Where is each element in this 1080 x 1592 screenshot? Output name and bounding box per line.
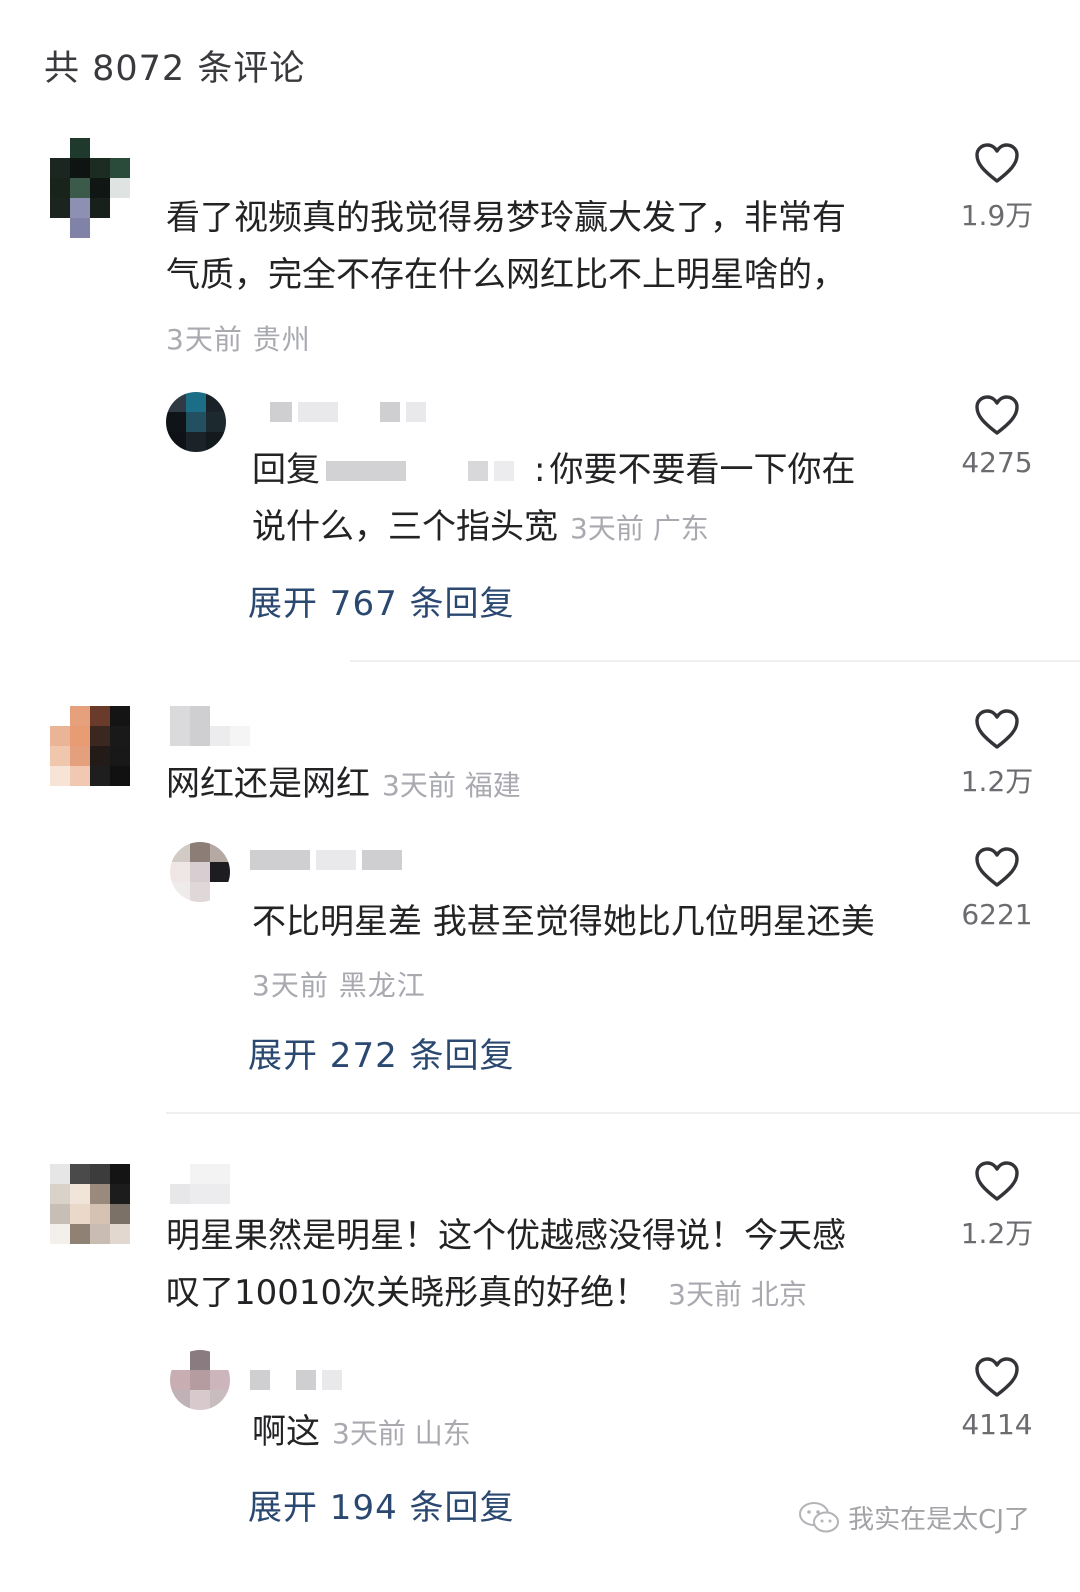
reply-text: 回复 : 你要不要看一下你在 说什么，三个指头宽 3天前 广东 (252, 442, 932, 557)
like-count: 4114 (961, 1408, 1033, 1441)
username-blurred[interactable] (250, 1368, 342, 1392)
heart-outline-icon (975, 1357, 1019, 1397)
heart-outline-icon (975, 395, 1019, 435)
reply-text: 不比明星差 我甚至觉得她比几位明星还美 (252, 902, 875, 942)
expand-replies-button[interactable]: 展开 194 条回复 (248, 1480, 515, 1529)
watermark: 我实在是太CJ了 (798, 1499, 1030, 1536)
comment-text: 明星果然是明星！这个优越感没得说！今天感 叹了10010次关晓彤真的好绝！ 3天前… (166, 1216, 846, 1313)
like-button[interactable]: 1.9万 (942, 142, 1052, 234)
avatar[interactable] (170, 842, 230, 902)
like-button[interactable]: 4275 (942, 394, 1052, 479)
heart-outline-icon (975, 143, 1019, 183)
reply-target-blurred[interactable] (326, 460, 514, 481)
reply-meta: 3天前 黑龙江 (252, 969, 426, 1002)
expand-replies-button[interactable]: 展开 767 条回复 (248, 576, 515, 625)
comment-meta: 3天前 贵州 (166, 323, 311, 356)
comment-text: 看了视频真的我觉得易梦玲赢大发了，非常有 气质，完全不存在什么网红比不上明星啥的… (166, 198, 846, 295)
comment-meta: 3天前 福建 (382, 769, 521, 802)
expand-replies-button[interactable]: 展开 272 条回复 (248, 1028, 515, 1077)
like-count: 4275 (961, 446, 1033, 479)
like-count: 1.9万 (960, 199, 1034, 232)
divider (166, 1112, 1080, 1114)
comment-meta: 3天前 北京 (668, 1278, 807, 1311)
reply-prefix: 回复 (252, 450, 320, 490)
wechat-icon (799, 1501, 840, 1532)
reply-text: 啊这 3天前 山东 (252, 1412, 471, 1452)
avatar[interactable] (170, 1350, 230, 1410)
comment-text: 网红还是网红 3天前 福建 (166, 764, 521, 804)
like-count: 1.2万 (960, 765, 1034, 798)
like-button[interactable]: 4114 (942, 1356, 1052, 1441)
heart-outline-icon (975, 709, 1019, 749)
comment-count-title: 共 8072 条评论 (44, 49, 306, 89)
heart-outline-icon (975, 1161, 1019, 1201)
like-button[interactable]: 6221 (942, 846, 1052, 931)
reply-meta: 3天前 广东 (570, 512, 709, 545)
avatar[interactable] (50, 138, 130, 238)
divider (350, 660, 1080, 662)
like-count: 1.2万 (960, 1217, 1034, 1250)
avatar[interactable] (50, 1164, 130, 1244)
watermark-text: 我实在是太CJ了 (848, 1505, 1030, 1535)
heart-outline-icon (975, 847, 1019, 887)
like-button[interactable]: 1.2万 (942, 1160, 1052, 1252)
username-blurred[interactable] (170, 1164, 230, 1204)
avatar[interactable] (50, 706, 130, 786)
username-blurred[interactable] (270, 400, 426, 424)
username-blurred[interactable] (170, 706, 250, 746)
like-count: 6221 (961, 898, 1033, 931)
username-blurred[interactable] (250, 848, 402, 872)
reply-meta: 3天前 山东 (332, 1417, 471, 1450)
like-button[interactable]: 1.2万 (942, 708, 1052, 800)
avatar[interactable] (166, 392, 226, 452)
